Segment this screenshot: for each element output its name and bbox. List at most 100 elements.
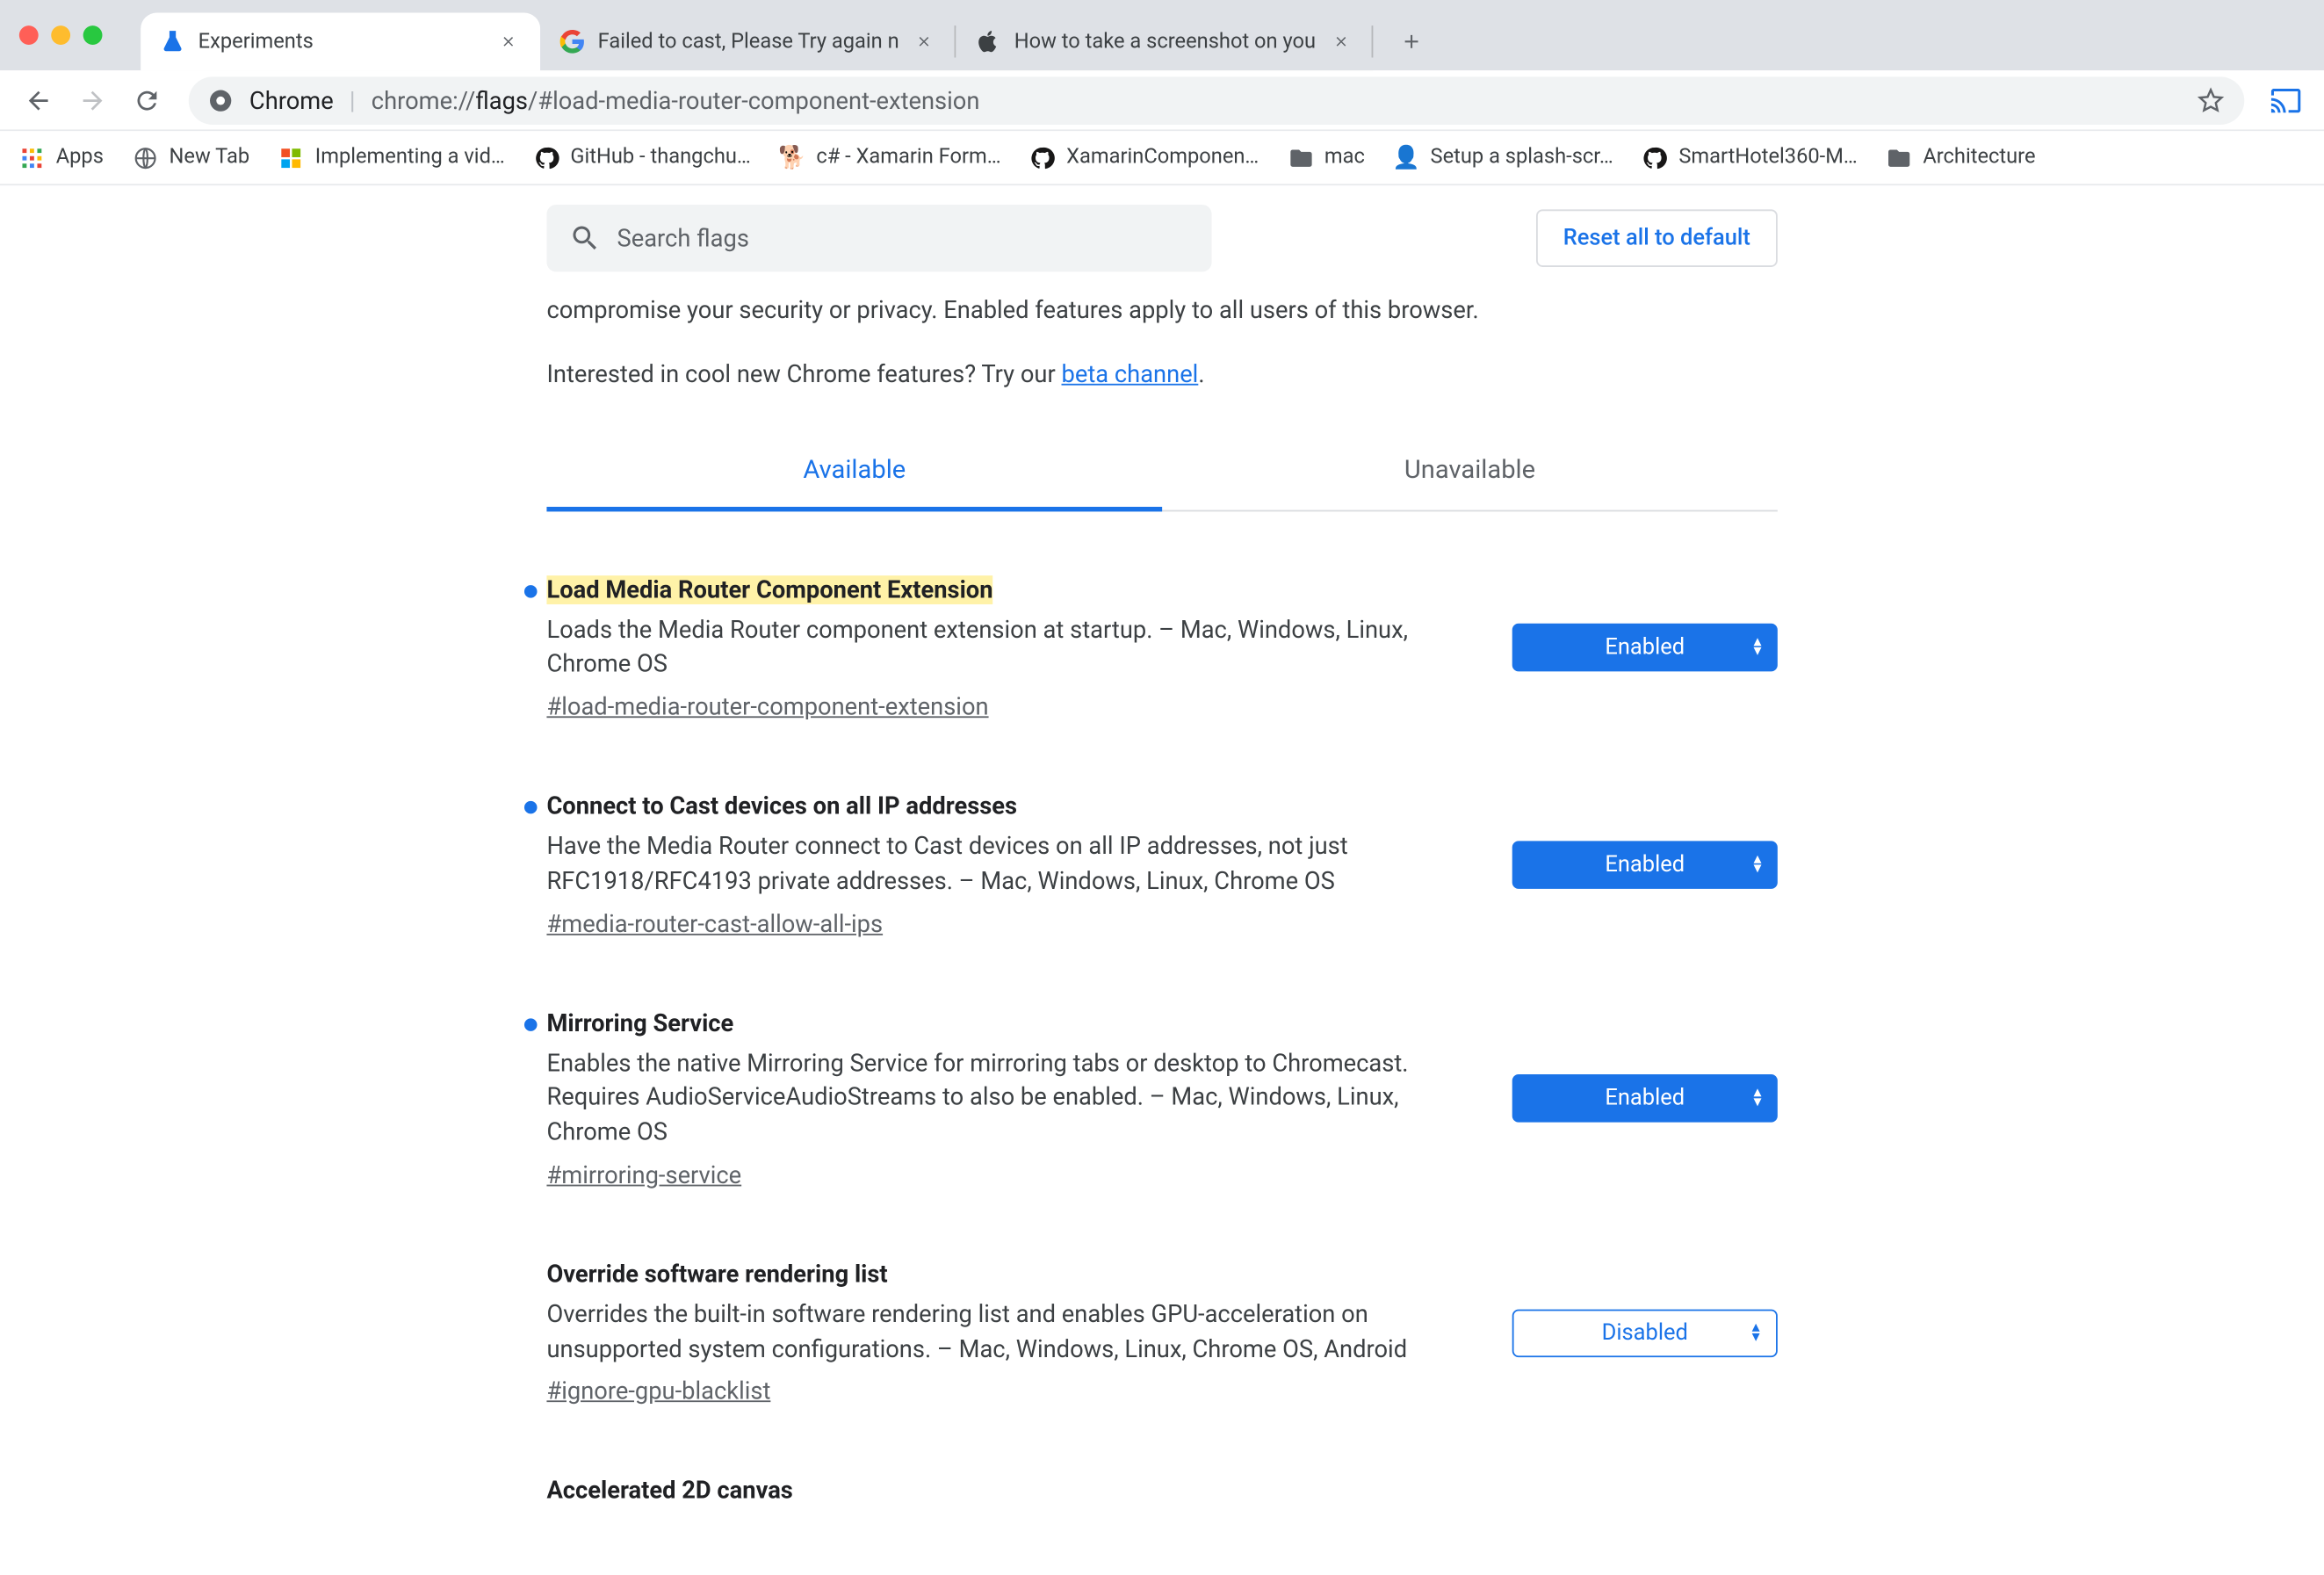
close-tab-button[interactable] bbox=[495, 29, 521, 54]
minimize-window-button[interactable] bbox=[51, 25, 70, 45]
flag-item: Mirroring Service Enables the native Mirr… bbox=[546, 1008, 1777, 1189]
bookmark-label: Setup a splash-scr… bbox=[1431, 146, 1613, 170]
flag-title: Accelerated 2D canvas bbox=[546, 1476, 792, 1505]
bookmark-item[interactable]: SmartHotel360-M… bbox=[1642, 145, 1858, 170]
flags-list: Load Media Router Component Extension Loa… bbox=[546, 510, 1777, 1575]
bookmark-label: Apps bbox=[56, 146, 104, 170]
arrow-left-icon bbox=[24, 85, 53, 114]
bookmark-label: XamarinComponen… bbox=[1066, 146, 1259, 170]
window-tab-strip: Experiments Failed to cast, Please Try ag… bbox=[0, 0, 2324, 70]
bookmark-label: c# - Xamarin Form… bbox=[816, 146, 1000, 170]
tab-title: Failed to cast, Please Try again n bbox=[598, 30, 899, 54]
address-bar[interactable]: Chrome | chrome://flags/#load-media-rout… bbox=[189, 76, 2245, 124]
tab-favicon-icon bbox=[160, 29, 185, 54]
tab-favicon-icon bbox=[976, 29, 1001, 54]
flag-title: Override software rendering list bbox=[546, 1260, 887, 1289]
chevron-updown-icon: ▴▾ bbox=[1753, 639, 1761, 658]
bookmark-icon bbox=[534, 145, 559, 170]
flag-item: Override software rendering listOverride… bbox=[546, 1260, 1777, 1406]
bookmark-item[interactable]: mac bbox=[1288, 145, 1365, 170]
tab-title: Experiments bbox=[198, 30, 483, 54]
browser-tab[interactable]: Experiments bbox=[141, 13, 540, 71]
flags-tabs: Available Unavailable bbox=[546, 434, 1777, 510]
select-value: Disabled bbox=[1602, 1319, 1688, 1345]
flag-anchor-link[interactable]: #load-media-router-component-extension bbox=[546, 692, 988, 721]
bookmark-item[interactable]: Apps bbox=[19, 145, 104, 170]
flag-description: Loads the Media Router component extensi… bbox=[546, 613, 1474, 683]
browser-tab[interactable]: Failed to cast, Please Try again n bbox=[540, 13, 956, 71]
warning-text: compromise your security or privacy. Ena… bbox=[546, 294, 1777, 329]
omnibox-url: chrome://flags/#load-media-router-compon… bbox=[372, 85, 980, 114]
reset-all-button[interactable]: Reset all to default bbox=[1536, 209, 1778, 267]
chevron-updown-icon: ▴▾ bbox=[1752, 1323, 1760, 1342]
tab-unavailable[interactable]: Unavailable bbox=[1162, 434, 1778, 509]
cast-button[interactable] bbox=[2263, 77, 2308, 122]
bookmark-item[interactable]: Architecture bbox=[1886, 145, 2035, 170]
chevron-updown-icon: ▴▾ bbox=[1753, 1089, 1761, 1109]
reload-button[interactable] bbox=[125, 77, 170, 122]
bookmark-item[interactable]: GitHub - thangchu… bbox=[534, 145, 751, 170]
close-tab-button[interactable] bbox=[1329, 29, 1354, 54]
flag-title: Load Media Router Component Extension bbox=[546, 574, 992, 603]
arrow-right-icon bbox=[78, 85, 107, 114]
select-value: Enabled bbox=[1605, 1086, 1685, 1111]
maximize-window-button[interactable] bbox=[83, 25, 103, 45]
bookmark-label: Implementing a vid… bbox=[315, 146, 505, 170]
reload-icon bbox=[133, 85, 162, 114]
bookmark-icon bbox=[1886, 145, 1911, 170]
bookmark-label: SmartHotel360-M… bbox=[1678, 146, 1857, 170]
window-controls bbox=[19, 25, 103, 45]
beta-channel-link[interactable]: beta channel bbox=[1062, 359, 1199, 388]
close-icon bbox=[1333, 33, 1349, 49]
bookmark-item[interactable]: 👤Setup a splash-scr… bbox=[1394, 145, 1613, 170]
browser-tab[interactable]: How to take a screenshot on you bbox=[956, 13, 1373, 71]
bookmarks-bar: Apps New Tab Implementing a vid… GitHub - t… bbox=[0, 131, 2324, 185]
star-icon[interactable] bbox=[2197, 85, 2226, 114]
flag-item: Connect to Cast devices on all IP addres… bbox=[546, 791, 1777, 938]
search-flags-input[interactable]: Search flags bbox=[546, 205, 1211, 271]
flag-description: Enables the native Mirroring Service for… bbox=[546, 1046, 1474, 1151]
tab-favicon-icon bbox=[559, 29, 585, 54]
plus-icon bbox=[1401, 31, 1423, 53]
flag-anchor-link[interactable]: #media-router-cast-allow-all-ips bbox=[546, 909, 883, 938]
bookmark-icon bbox=[19, 145, 45, 170]
omnibox-separator: | bbox=[350, 85, 356, 114]
cast-icon bbox=[2270, 84, 2301, 116]
beta-channel-text: Interested in cool new Chrome features? … bbox=[546, 358, 1777, 393]
new-tab-button[interactable] bbox=[1389, 19, 1434, 64]
bookmark-item[interactable]: XamarinComponen… bbox=[1029, 145, 1259, 170]
flag-anchor-link[interactable]: #ignore-gpu-blacklist bbox=[546, 1376, 770, 1405]
bookmark-icon bbox=[133, 145, 158, 170]
select-value: Enabled bbox=[1605, 635, 1685, 661]
modified-dot-icon bbox=[524, 1017, 538, 1030]
omnibox-prefix: Chrome bbox=[249, 85, 334, 114]
flag-item: Load Media Router Component Extension Loa… bbox=[546, 574, 1777, 721]
forward-button[interactable] bbox=[70, 77, 115, 122]
close-window-button[interactable] bbox=[19, 25, 39, 45]
close-icon bbox=[917, 33, 933, 49]
bookmark-label: mac bbox=[1324, 146, 1365, 170]
back-button[interactable] bbox=[16, 77, 61, 122]
flag-anchor-link[interactable]: #mirroring-service bbox=[546, 1160, 741, 1189]
flag-item: Accelerated 2D canvas bbox=[546, 1476, 1777, 1505]
tab-available[interactable]: Available bbox=[546, 434, 1162, 510]
page-content: Search flags Reset all to default compro… bbox=[0, 185, 2324, 1575]
bookmark-icon bbox=[1029, 145, 1055, 170]
flag-title: Connect to Cast devices on all IP addres… bbox=[546, 791, 1017, 820]
bookmark-icon: 🐕 bbox=[780, 145, 805, 170]
bookmark-item[interactable]: New Tab bbox=[133, 145, 249, 170]
bookmark-item[interactable]: Implementing a vid… bbox=[278, 145, 505, 170]
search-placeholder: Search flags bbox=[617, 224, 749, 253]
flag-state-select[interactable]: Enabled ▴▾ bbox=[1512, 624, 1778, 672]
close-tab-button[interactable] bbox=[912, 29, 937, 54]
bookmark-item[interactable]: 🐕 c# - Xamarin Form… bbox=[780, 145, 1001, 170]
bookmark-icon bbox=[1642, 145, 1668, 170]
chrome-page-icon bbox=[208, 87, 234, 112]
flag-state-select[interactable]: Enabled ▴▾ bbox=[1512, 1074, 1778, 1123]
flag-title: Mirroring Service bbox=[546, 1008, 733, 1037]
flag-state-select[interactable]: Enabled▴▾ bbox=[1512, 841, 1778, 889]
search-icon bbox=[569, 222, 601, 254]
modified-dot-icon bbox=[524, 584, 538, 597]
bookmark-label: New Tab bbox=[170, 146, 250, 170]
flag-state-select[interactable]: Disabled ▴▾ bbox=[1512, 1309, 1778, 1357]
